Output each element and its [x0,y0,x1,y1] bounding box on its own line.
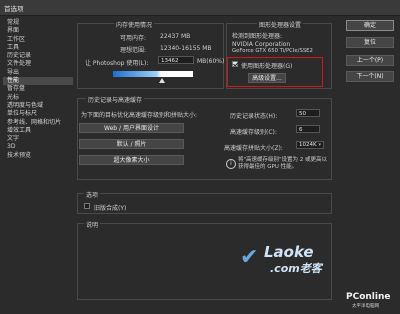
memory-use-input[interactable]: 13462 [158,56,194,64]
gpu-title: 图形处理器设置 [257,20,304,29]
memory-slider-thumb[interactable] [159,78,165,83]
history-cache-panel: 历史记录与高速缓存 为下面的目标优化高速缓存级别和拼贴大小: Web / 用户界… [77,95,332,180]
ideal-label: 理想范围: [120,47,147,54]
laoke-watermark: ✔ Laoke .com老客 [240,243,350,278]
cache-info-text: 将"高速缓存级别"设置为 2 或更高以获得最佳的 GPU 性能。 [238,157,328,170]
sidebar-item[interactable]: 导出 [3,69,73,77]
pconline-watermark-text: PConline [346,292,391,302]
sidebar-item[interactable]: 文件处理 [3,60,73,68]
laoke-watermark-text: Laoke [264,243,314,261]
cache-levels-input[interactable]: 6 [296,125,320,133]
pconline-watermark: PConline 太平洋电脑网 [346,292,400,312]
title-bar: 首选项 [0,0,400,16]
memory-title: 内存使用情况 [114,20,155,29]
window-title: 首选项 [4,5,24,13]
sidebar-item[interactable]: 工具 [3,44,73,52]
sidebar-item[interactable]: 常规 [3,19,73,27]
gpu-advanced-settings-button[interactable]: 高级设置... [248,73,286,83]
sidebar-item[interactable]: 暂存盘 [3,85,73,93]
use-gpu-label[interactable]: 使用图形处理器(G) [241,61,292,70]
memory-slider[interactable] [113,71,193,77]
tile-size-value: 1024K [299,142,317,148]
gpu-vendor: NVIDIA Corporation [232,41,291,48]
use-label: 让 Photoshop 使用(L): [85,60,149,67]
available-label: 可用内存: [120,35,147,42]
use-gpu-checkbox[interactable] [232,61,238,67]
tile-size-label: 高速缓存拼贴大小(Z): [224,145,283,152]
history-title: 历史记录与高速缓存 [86,95,145,104]
gpu-model: GeForce GTX 650 Ti/PCIe/SSE2 [232,48,313,54]
sidebar-item[interactable]: 3D [3,143,73,151]
gpu-detected-label: 检测到图形处理器: [232,33,283,40]
sidebar-item[interactable]: 增效工具 [3,127,73,135]
laoke-logo-icon: ✔ [240,245,259,270]
preferences-sidebar: 常规 界面 工作区 工具 历史记录 文件处理 导出 性能 暂存盘 光标 透明度与色域 单位与标尺 参考线… [3,19,73,160]
sidebar-item[interactable]: 光标 [3,94,73,102]
legacy-compositing-label[interactable]: 旧版合成(Y) [94,203,126,212]
info-icon: i [226,159,236,169]
pconline-watermark-subtext: 太平洋电脑网 [352,304,379,309]
legacy-compositing-checkbox[interactable] [84,203,90,209]
history-states-input[interactable]: 50 [296,109,320,117]
preset-huge-pixel-button[interactable]: 超大像素大小 [79,155,184,165]
options-panel: 选项 旧版合成(Y) [77,190,332,214]
sidebar-item[interactable]: 单位与标尺 [3,110,73,118]
sidebar-item[interactable]: 参考线、网格和切片 [3,119,73,127]
available-value: 22437 MB [160,33,191,40]
sidebar-item[interactable]: 工作区 [3,36,73,44]
optimize-label: 为下面的目标优化高速缓存级别和拼贴大小: [81,112,198,119]
tile-size-select[interactable]: 1024K ▾ [296,141,324,149]
previous-button[interactable]: 上一个(P) [346,55,394,66]
preset-web-ui-button[interactable]: Web / 用户界面设计 [79,123,184,133]
memory-panel: 内存使用情况 可用内存: 22437 MB 理想范围: 12340-16155 … [77,20,225,89]
description-title: 说明 [84,220,101,229]
preset-default-photo-button[interactable]: 默认 / 照片 [79,139,184,149]
history-states-label: 历史记录状态(H): [230,113,278,120]
options-title: 选项 [84,190,101,199]
laoke-watermark-subtext: .com老客 [270,262,322,275]
sidebar-item[interactable]: 界面 [3,27,73,35]
memory-use-unit: MB(60%) [197,58,225,65]
ok-button[interactable]: 确定 [346,20,394,31]
next-button[interactable]: 下一个(N) [346,71,394,82]
chevron-down-icon: ▾ [318,142,321,148]
ideal-value: 12340-16155 MB [160,45,212,52]
sidebar-item[interactable]: 文字 [3,135,73,143]
reset-button[interactable]: 复位 [346,37,394,48]
sidebar-item[interactable]: 技术预览 [3,152,73,160]
cache-levels-label: 高速缓存级别(C): [230,129,277,136]
